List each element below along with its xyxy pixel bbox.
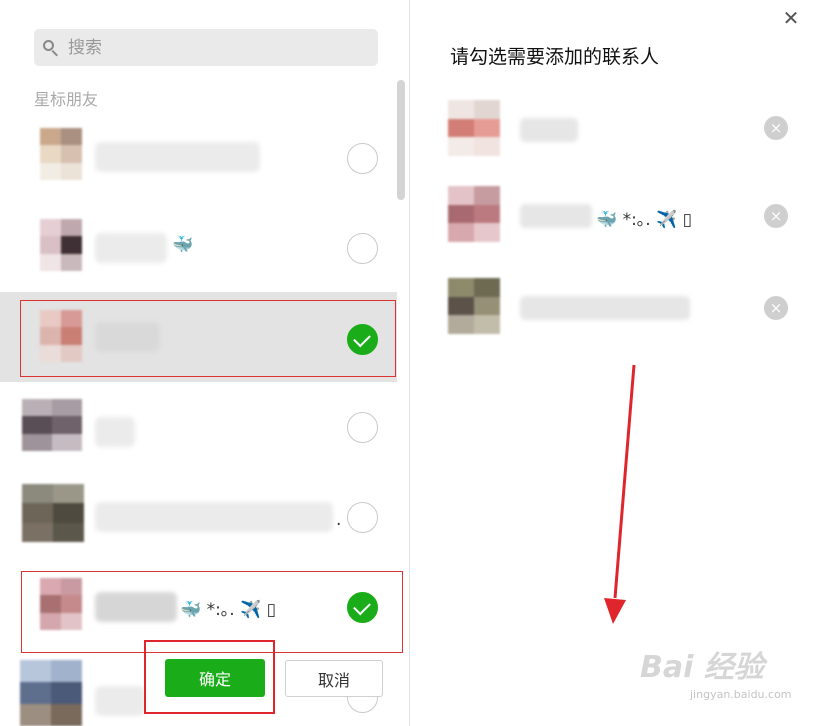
- confirm-highlight-box: [144, 640, 275, 714]
- selected-contact-row: ×: [410, 276, 819, 336]
- contact-name-emoji: 🐳: [172, 235, 194, 255]
- avatar: [40, 219, 82, 271]
- contact-name: [520, 204, 592, 228]
- avatar: [20, 660, 82, 726]
- contact-row[interactable]: [0, 114, 397, 202]
- avatar: [22, 399, 82, 451]
- watermark-url: jingyan.baidu.com: [690, 688, 792, 701]
- search-icon: [42, 39, 60, 57]
- scrollbar[interactable]: [397, 80, 405, 200]
- selected-contact-row: ×: [410, 98, 819, 158]
- section-label-starred: 星标朋友: [34, 90, 99, 109]
- select-radio[interactable]: [347, 233, 378, 264]
- contact-row[interactable]: [0, 383, 397, 471]
- avatar: [22, 484, 84, 542]
- remove-button[interactable]: ×: [764, 204, 788, 228]
- select-radio[interactable]: [347, 143, 378, 174]
- panel-title: 请勾选需要添加的联系人: [450, 46, 660, 68]
- avatar: [448, 186, 500, 242]
- contact-row[interactable]: .: [0, 472, 397, 560]
- selected-contact-row: 🐳 *:｡. ✈️ ▯ ×: [410, 186, 819, 246]
- avatar: [448, 278, 500, 334]
- avatar: [448, 100, 500, 156]
- contact-name-suffix: .: [336, 510, 342, 530]
- highlight-box: [20, 300, 396, 377]
- contact-name: [95, 502, 333, 532]
- watermark-logo: Bai 经验: [640, 650, 764, 685]
- search-box[interactable]: [34, 29, 378, 66]
- contact-name: [95, 233, 167, 263]
- contact-picker-panel: 星标朋友 🐳: [0, 0, 409, 726]
- search-input[interactable]: [68, 37, 348, 58]
- contact-name: [520, 296, 690, 320]
- contact-name: [95, 417, 135, 447]
- contact-row[interactable]: 🐳: [0, 203, 397, 291]
- close-icon[interactable]: ✕: [781, 8, 801, 28]
- selected-contacts-panel: ✕ 请勾选需要添加的联系人 × 🐳 *:｡. ✈️ ▯ × ×: [410, 0, 819, 726]
- select-radio[interactable]: [347, 412, 378, 443]
- contact-name: [520, 118, 578, 142]
- cancel-button[interactable]: 取消: [285, 660, 383, 697]
- contact-name: [95, 686, 145, 716]
- avatar: [40, 128, 82, 180]
- select-radio[interactable]: [347, 502, 378, 533]
- contact-name-emoji: 🐳 *:｡. ✈️ ▯: [596, 210, 693, 230]
- contact-name: [95, 142, 260, 172]
- remove-button[interactable]: ×: [764, 296, 788, 320]
- remove-button[interactable]: ×: [764, 116, 788, 140]
